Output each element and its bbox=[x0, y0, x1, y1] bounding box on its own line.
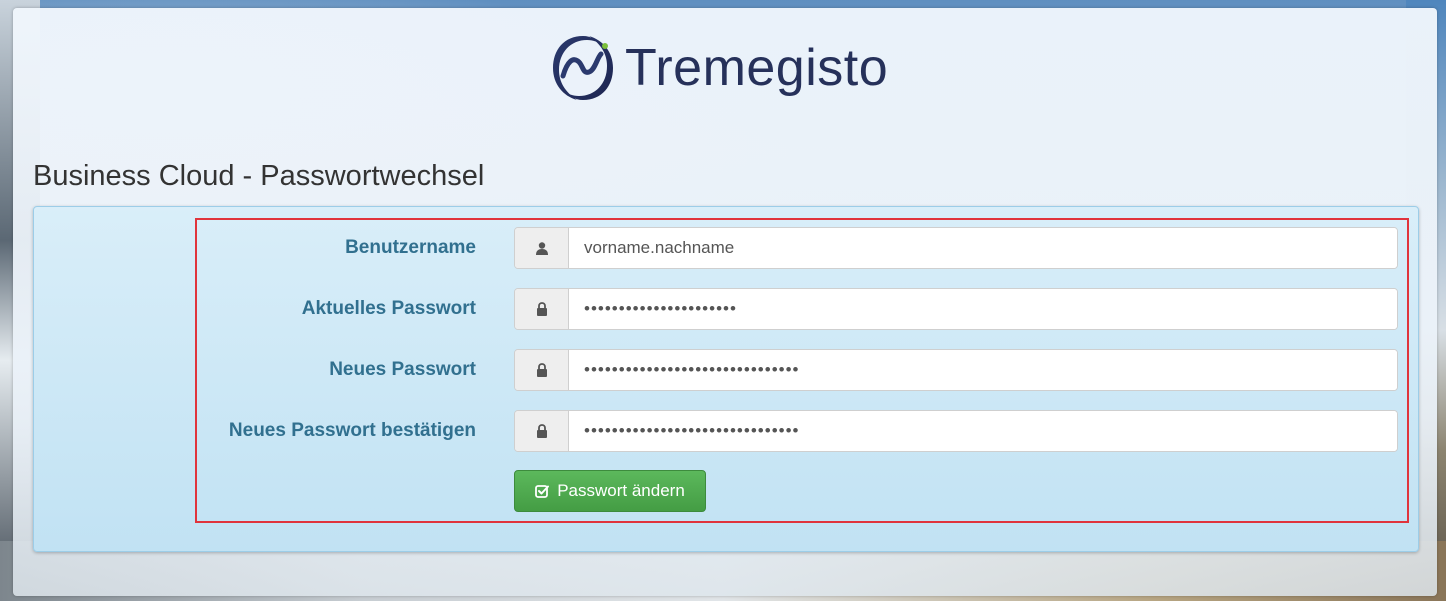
new-password-input-group bbox=[514, 349, 1398, 391]
form-row-confirm-password: Neues Passwort bestätigen bbox=[34, 410, 1418, 452]
confirm-password-input-group bbox=[514, 410, 1398, 452]
page-title: Business Cloud - Passwortwechsel bbox=[33, 160, 485, 192]
password-change-panel: Benutzername Aktuelles Passwort bbox=[33, 206, 1419, 552]
confirm-password-label: Neues Passwort bestätigen bbox=[228, 420, 476, 441]
login-card: Tremegisto Business Cloud - Passwortwech… bbox=[13, 8, 1437, 596]
current-password-input-group bbox=[514, 288, 1398, 330]
lock-icon bbox=[515, 289, 569, 329]
change-password-button-label: Passwort ändern bbox=[557, 481, 685, 500]
form-row-new-password: Neues Passwort bbox=[34, 349, 1418, 391]
brand-logo: Tremegisto bbox=[549, 28, 888, 108]
confirm-password-input[interactable] bbox=[569, 411, 1397, 451]
username-label: Benutzername bbox=[345, 237, 476, 258]
lock-icon bbox=[515, 411, 569, 451]
tremegisto-logo-icon bbox=[553, 36, 613, 100]
current-password-input[interactable] bbox=[569, 289, 1397, 329]
form-row-username: Benutzername bbox=[34, 227, 1418, 269]
brand-name: Tremegisto bbox=[625, 39, 889, 97]
new-password-label: Neues Passwort bbox=[329, 359, 476, 380]
lock-icon bbox=[515, 350, 569, 390]
user-icon bbox=[515, 228, 569, 268]
form-row-current-password: Aktuelles Passwort bbox=[34, 288, 1418, 330]
new-password-input[interactable] bbox=[569, 350, 1397, 390]
check-square-icon bbox=[535, 484, 550, 499]
username-input[interactable] bbox=[569, 228, 1397, 268]
username-input-group bbox=[514, 227, 1398, 269]
change-password-button[interactable]: Passwort ändern bbox=[514, 470, 706, 512]
current-password-label: Aktuelles Passwort bbox=[301, 298, 476, 319]
